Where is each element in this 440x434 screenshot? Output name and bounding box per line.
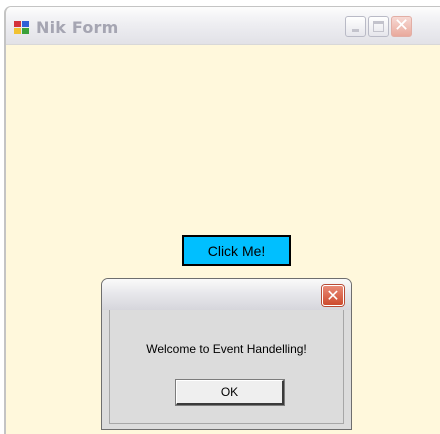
message-box-dialog: ✕ Welcome to Event Handelling! OK	[101, 278, 352, 430]
app-form-icon[interactable]	[14, 21, 30, 35]
message-text: Welcome to Event Handelling!	[146, 342, 307, 356]
close-icon: ✕	[326, 286, 340, 305]
maximize-icon	[373, 21, 384, 32]
close-button[interactable]: ✕	[391, 15, 412, 37]
message-box-titlebar[interactable]: ✕	[102, 279, 351, 310]
window-title: Nik Form	[36, 18, 119, 37]
click-me-button[interactable]: Click Me!	[182, 235, 291, 266]
close-icon: ✕	[393, 15, 410, 36]
message-box-body: Welcome to Event Handelling! OK	[109, 310, 344, 424]
main-titlebar[interactable]: Nik Form ✕	[6, 7, 440, 45]
minimize-button[interactable]	[345, 16, 366, 37]
maximize-button[interactable]	[368, 16, 389, 37]
message-box-close-button[interactable]: ✕	[322, 285, 344, 306]
ok-button[interactable]: OK	[175, 379, 285, 406]
minimize-icon	[352, 29, 359, 32]
